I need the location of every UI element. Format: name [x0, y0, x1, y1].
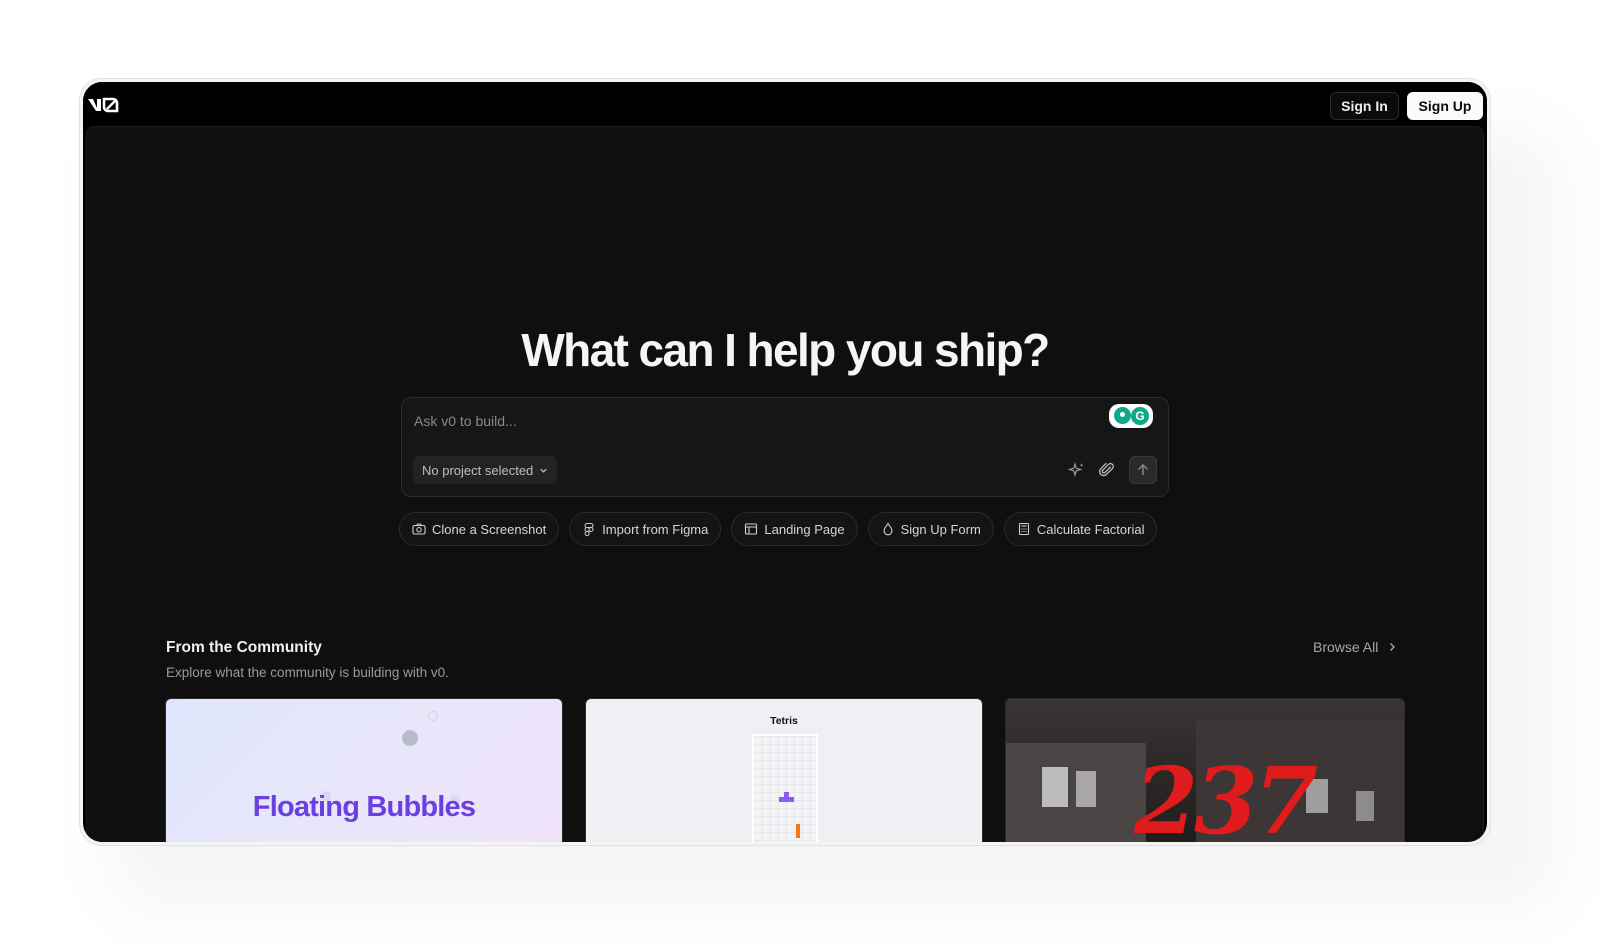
chip-label: Landing Page — [764, 521, 845, 537]
window-shape — [1356, 791, 1374, 821]
paperclip-icon[interactable] — [1096, 459, 1118, 481]
tetris-board — [752, 734, 818, 842]
community-card-tetris[interactable]: Tetris — [585, 698, 983, 842]
chevron-down-icon — [540, 468, 547, 473]
bubble-shape — [402, 730, 418, 746]
tetris-piece — [779, 797, 794, 802]
device-frame: Sign In Sign Up What can I help you ship… — [79, 78, 1491, 846]
grammarly-extension-badge[interactable]: G — [1109, 404, 1153, 428]
droplet-icon — [883, 522, 893, 536]
app-screen: Sign In Sign Up What can I help you ship… — [83, 82, 1487, 842]
chip-label: Import from Figma — [602, 521, 709, 537]
project-select-label: No project selected — [422, 462, 534, 478]
v0-logo[interactable] — [87, 97, 119, 113]
figma-icon — [584, 523, 594, 536]
community-title: From the Community — [166, 639, 322, 656]
chip-label: Sign Up Form — [900, 521, 981, 537]
camera-icon — [412, 523, 426, 535]
layout-icon — [745, 523, 758, 535]
chip-label: Clone a Screenshot — [432, 521, 547, 537]
lightbulb-icon — [1114, 407, 1131, 424]
browse-all-link[interactable]: Browse All — [1313, 639, 1396, 655]
prompt-box: G No project selected — [401, 397, 1169, 497]
main-content: What can I help you ship? G No project s… — [86, 126, 1484, 842]
chevron-right-icon — [1390, 643, 1396, 651]
suggestion-import-figma[interactable]: Import from Figma — [569, 512, 722, 546]
suggestion-calculate-factorial[interactable]: Calculate Factorial — [1003, 512, 1158, 546]
suggestion-sign-up-form[interactable]: Sign Up Form — [867, 512, 994, 546]
window-shape — [1042, 767, 1068, 807]
community-card-237[interactable]: 237 — [1005, 698, 1405, 842]
sparkles-icon[interactable] — [1066, 459, 1088, 481]
community-subtitle: Explore what the community is building w… — [166, 665, 449, 680]
card-title-text: 237 — [1134, 747, 1318, 842]
chip-label: Calculate Factorial — [1036, 521, 1145, 537]
arrow-up-icon — [1138, 464, 1148, 475]
community-card-floating-bubbles[interactable]: Floating Bubbles — [165, 698, 563, 842]
sign-up-button[interactable]: Sign Up — [1407, 92, 1483, 120]
bubble-shape — [428, 711, 438, 721]
project-select[interactable]: No project selected — [413, 456, 558, 484]
prompt-input[interactable] — [414, 410, 1094, 432]
card-title-text: Floating Bubbles — [252, 791, 476, 823]
suggestion-clone-screenshot[interactable]: Clone a Screenshot — [399, 512, 560, 546]
hero-headline: What can I help you ship? — [521, 324, 1050, 376]
window-shape — [1076, 771, 1096, 807]
grammarly-icon: G — [1131, 407, 1149, 425]
calculator-icon — [1018, 522, 1029, 536]
suggestion-landing-page[interactable]: Landing Page — [731, 512, 858, 546]
tetris-piece — [796, 824, 800, 838]
browse-all-label: Browse All — [1313, 639, 1379, 655]
card-title-text: Tetris — [770, 715, 798, 727]
sign-in-button[interactable]: Sign In — [1330, 92, 1399, 120]
top-bar: Sign In Sign Up — [83, 82, 1487, 126]
send-button[interactable] — [1129, 456, 1157, 484]
suggestion-chips: Clone a Screenshot Import from Figma Lan… — [399, 512, 1158, 546]
